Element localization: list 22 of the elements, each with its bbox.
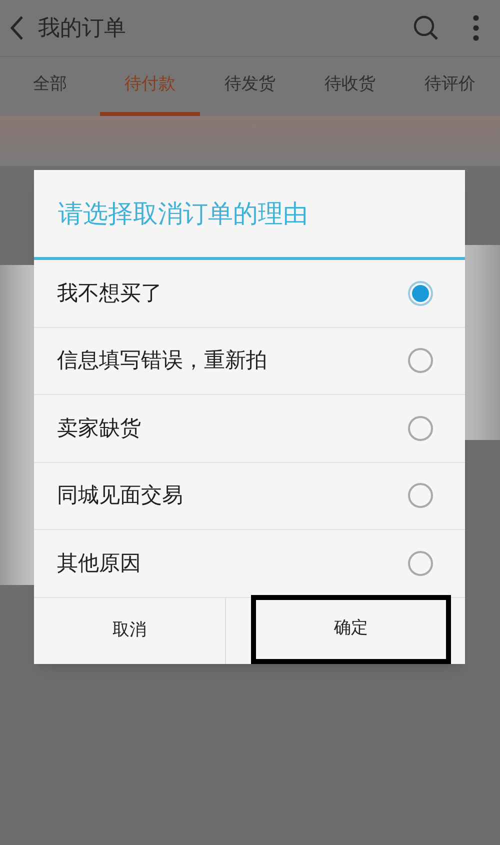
radio-button[interactable]: [408, 348, 433, 374]
dialog-button[interactable]: 取消: [34, 598, 226, 664]
more-icon[interactable]: [472, 14, 480, 42]
page-title: 我的订单: [38, 14, 127, 42]
radio-button[interactable]: [408, 280, 433, 306]
option-label: 卖家缺货: [57, 414, 142, 442]
reason-option[interactable]: 其他原因: [34, 530, 465, 598]
option-label: 我不想买了: [57, 280, 163, 306]
radio-button[interactable]: [408, 550, 433, 576]
search-icon[interactable]: [412, 14, 440, 42]
option-label: 同城见面交易: [57, 482, 184, 509]
option-label: 信息填写错误，重新拍: [57, 347, 268, 374]
dialog-button[interactable]: 确定: [250, 594, 451, 664]
radio-button[interactable]: [408, 483, 433, 508]
reason-option[interactable]: 同城见面交易: [34, 462, 465, 530]
option-label: 其他原因: [57, 550, 142, 576]
radio-button[interactable]: [408, 416, 433, 441]
dialog-title: 请选择取消订单的理由: [58, 198, 308, 230]
reason-option[interactable]: 信息填写错误，重新拍: [34, 328, 465, 395]
back-icon[interactable]: [8, 14, 26, 42]
reason-option[interactable]: 我不想买了: [34, 260, 465, 328]
reason-option[interactable]: 卖家缺货: [34, 395, 465, 462]
